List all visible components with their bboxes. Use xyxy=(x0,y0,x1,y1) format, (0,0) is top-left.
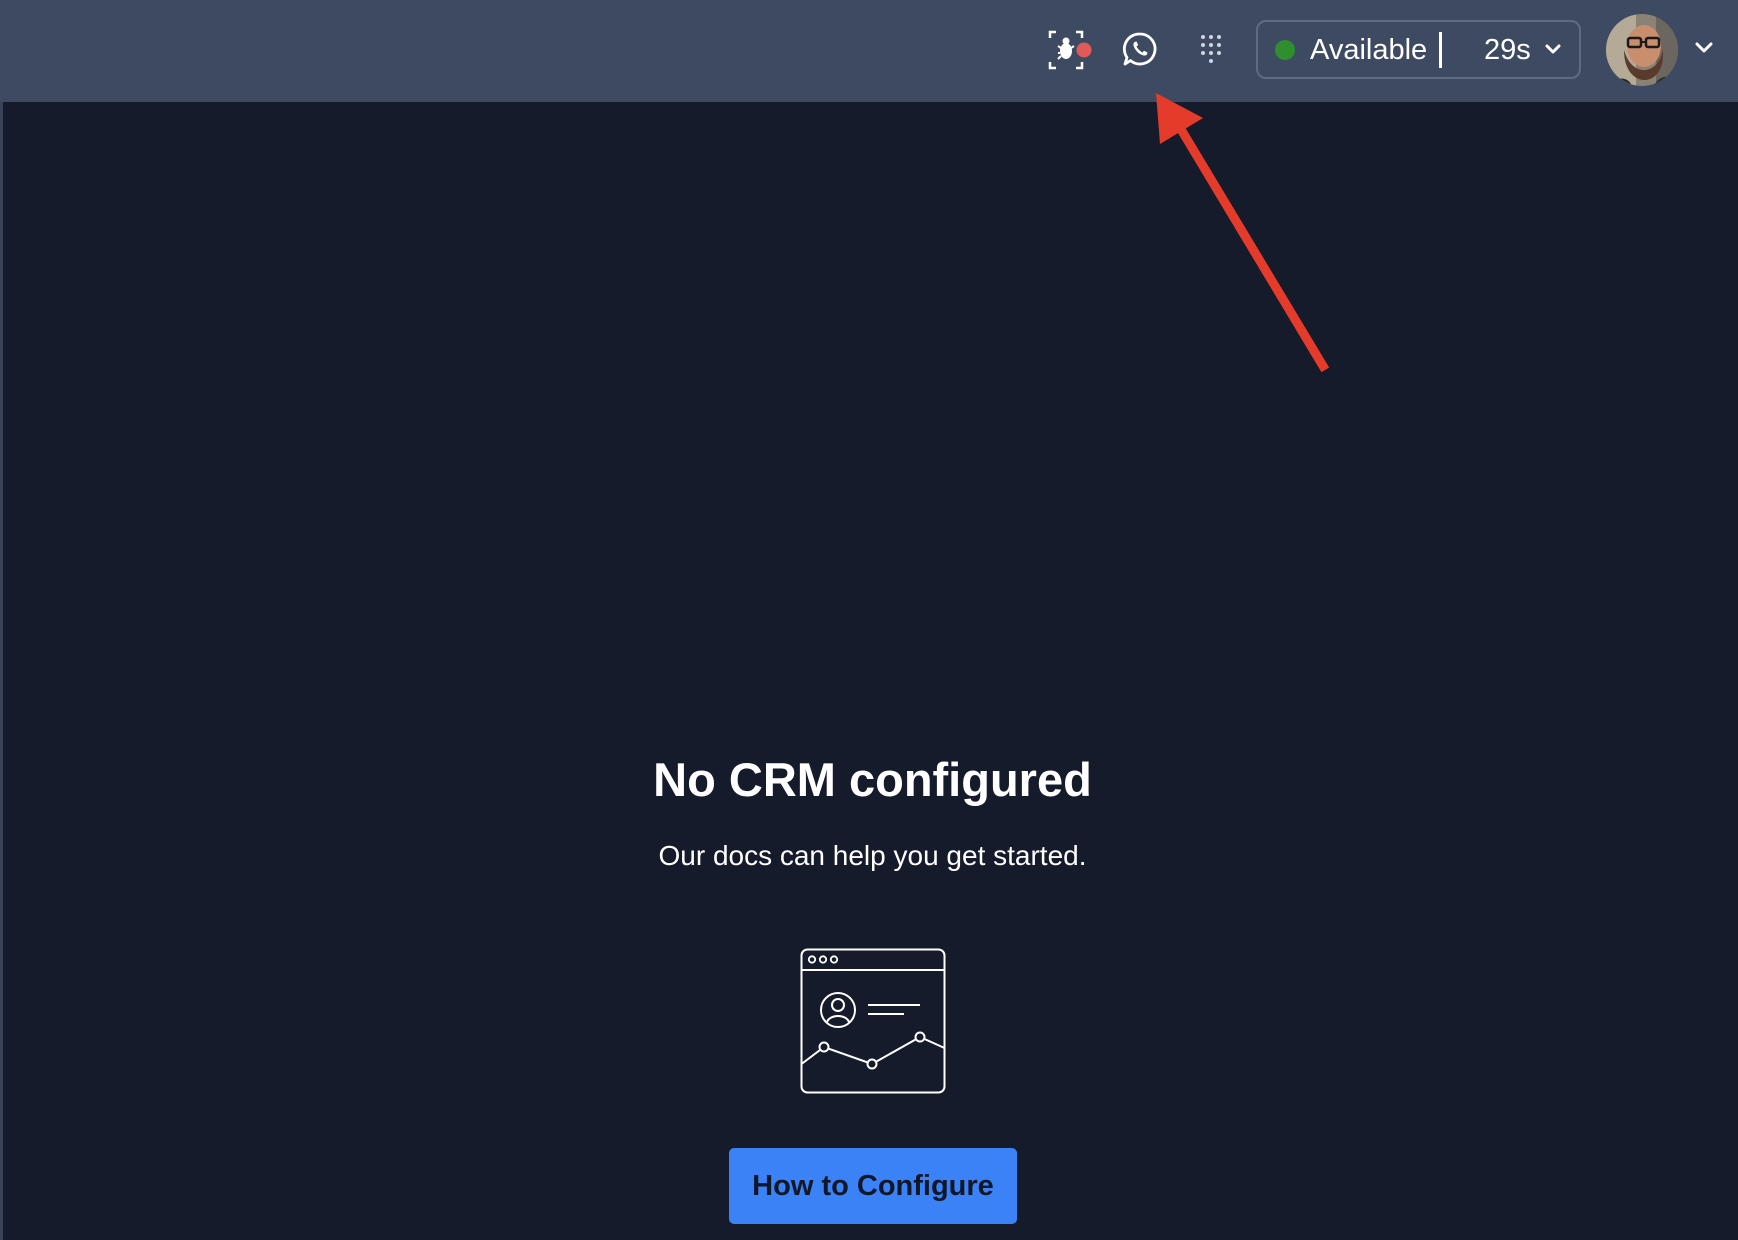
user-avatar[interactable] xyxy=(1606,14,1678,86)
status-timer: 29s xyxy=(1484,34,1531,66)
chevron-down-icon xyxy=(1544,39,1562,64)
whatsapp-icon[interactable] xyxy=(1120,29,1160,69)
status-label: Available xyxy=(1310,34,1428,66)
status-indicator-dot xyxy=(1275,40,1295,60)
how-to-configure-button[interactable]: How to Configure xyxy=(729,1148,1017,1224)
status-selector[interactable]: Available 29s xyxy=(1256,20,1581,79)
empty-state-title: No CRM configured xyxy=(653,753,1092,806)
crm-browser-illustration-icon xyxy=(800,948,946,1094)
status-divider xyxy=(1439,32,1442,68)
account-menu-chevron-icon[interactable] xyxy=(1694,38,1714,63)
empty-state-subtitle: Our docs can help you get started. xyxy=(658,840,1087,871)
screen-record-icon[interactable] xyxy=(1046,28,1094,72)
dialpad-icon[interactable] xyxy=(1198,33,1224,65)
top-header-bar: Available 29s xyxy=(0,0,1738,102)
